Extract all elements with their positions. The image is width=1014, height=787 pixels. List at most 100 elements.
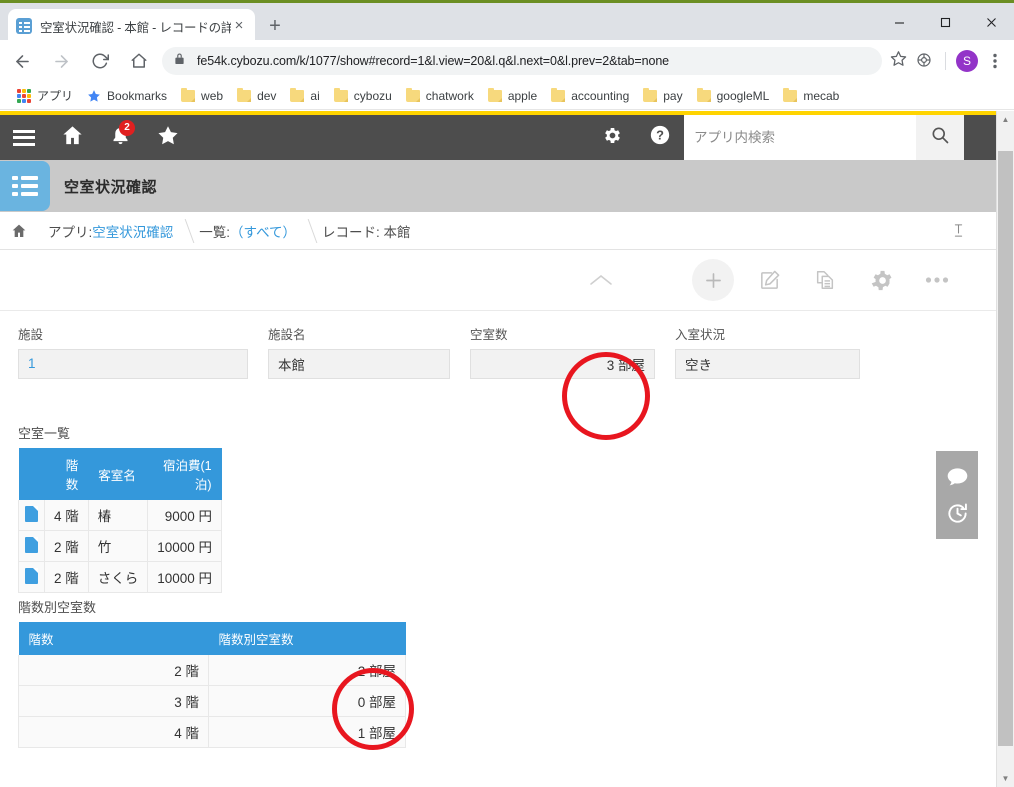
record-settings-gear-icon[interactable] xyxy=(860,259,902,301)
bookmark-item-mecab[interactable]: mecab xyxy=(776,84,846,108)
reload-icon[interactable] xyxy=(83,44,117,78)
folder-icon xyxy=(487,87,502,102)
cell-floor: 4 階 xyxy=(18,716,209,748)
breadcrumb-home-icon[interactable] xyxy=(0,212,38,250)
bookmark-item-web[interactable]: web xyxy=(174,84,230,108)
folder-icon xyxy=(237,87,252,102)
edit-record-icon[interactable] xyxy=(748,259,790,301)
apps-grid-icon xyxy=(17,88,31,103)
field-facility: 施設 1 xyxy=(18,329,248,379)
field-value[interactable]: 3 部屋 xyxy=(470,348,655,379)
cell-price: 10000 円 xyxy=(147,530,223,562)
bookmark-item-chatwork[interactable]: chatwork xyxy=(399,84,481,108)
new-tab-button[interactable]: + xyxy=(263,15,287,39)
table-row[interactable]: 4 階 椿 9000 円 xyxy=(18,500,223,531)
forward-arrow-icon[interactable] xyxy=(44,44,78,78)
scroll-down-arrow-icon[interactable]: ▼ xyxy=(997,770,1014,787)
home-icon[interactable] xyxy=(122,44,156,78)
record-link-cell[interactable] xyxy=(18,561,45,593)
back-arrow-icon[interactable] xyxy=(5,44,39,78)
breadcrumb-item-app[interactable]: アプリ: 空室状況確認 xyxy=(38,212,189,250)
breadcrumb-link[interactable]: 空室状況確認 xyxy=(92,221,173,241)
record-link-icon[interactable] xyxy=(25,536,38,553)
record-link-icon[interactable] xyxy=(25,505,38,522)
field-value[interactable]: 1 xyxy=(18,348,248,379)
global-menu-button[interactable] xyxy=(0,115,48,160)
address-bar-url: fe54k.cybozu.com/k/1077/show#record=1&l.… xyxy=(197,54,670,68)
global-notifications-button[interactable]: 2 xyxy=(96,115,144,160)
breadcrumb-prefix: アプリ: xyxy=(48,224,93,240)
more-options-icon[interactable] xyxy=(916,259,958,301)
global-help-button[interactable]: ? xyxy=(636,115,684,160)
history-icon[interactable] xyxy=(942,495,972,531)
record-link-icon[interactable] xyxy=(25,567,38,584)
browser-tab-active[interactable]: 空室状況確認 - 本館 - レコードの詳 × xyxy=(8,9,255,43)
add-record-icon[interactable] xyxy=(692,259,734,301)
bookmark-item-dev[interactable]: dev xyxy=(230,84,283,108)
global-home-button[interactable] xyxy=(48,115,96,160)
field-label: 施設名 xyxy=(268,328,306,342)
record-link-cell[interactable] xyxy=(18,530,45,562)
record-body: 施設 1 施設名 本館 空室数 3 部屋 入室状況 空き 空室一覧 階数 客室名… xyxy=(0,310,996,787)
app-bar: 空室状況確認 xyxy=(0,160,996,212)
table-row[interactable]: 2 階 さくら 10000 円 xyxy=(18,561,223,593)
scrollbar-thumb[interactable] xyxy=(998,151,1013,746)
bookmark-item-accounting[interactable]: accounting xyxy=(544,84,636,108)
bookmarks-bar: アプリ Bookmarks web dev ai cybozu chatwork xyxy=(0,82,1014,110)
tab-close-icon[interactable]: × xyxy=(231,18,247,34)
profile-avatar[interactable]: S xyxy=(956,50,978,72)
table-header-row: 階数 客室名 宿泊費(1泊) xyxy=(18,448,222,500)
bookmark-star-icon[interactable] xyxy=(890,50,907,72)
window-maximize-button[interactable] xyxy=(922,6,968,38)
breadcrumb-link[interactable]: （すべて） xyxy=(230,221,296,241)
bookmark-item-ai[interactable]: ai xyxy=(283,84,326,108)
bookmark-item-pay[interactable]: pay xyxy=(636,84,689,108)
address-bar[interactable]: fe54k.cybozu.com/k/1077/show#record=1&l.… xyxy=(162,47,882,75)
browser-navigation-toolbar: fe54k.cybozu.com/k/1077/show#record=1&l.… xyxy=(0,40,1014,82)
floors-col-floor: 階数 xyxy=(18,622,209,655)
breadcrumb: アプリ: 空室状況確認 一覧: （すべて） レコード: 本館 xyxy=(0,212,996,250)
table-row[interactable]: 2 階 竹 10000 円 xyxy=(18,530,223,562)
bookmark-item-cybozu[interactable]: cybozu xyxy=(327,84,399,108)
field-value[interactable]: 本館 xyxy=(268,348,450,379)
bookmark-item-apps[interactable]: アプリ xyxy=(10,84,80,108)
settings-gear-icon xyxy=(602,125,623,151)
breadcrumb-item-view[interactable]: 一覧: （すべて） xyxy=(189,212,312,250)
field-value[interactable]: 空き xyxy=(675,348,860,379)
bookmark-label: Bookmarks xyxy=(107,88,168,103)
collapse-chevron-icon[interactable] xyxy=(580,259,622,301)
cell-count: 1 部屋 xyxy=(208,716,406,748)
field-label: 入室状況 xyxy=(675,328,726,342)
home-icon xyxy=(61,124,84,152)
favorites-star-icon xyxy=(157,124,179,151)
floors-table-block: 階数別空室数 階数 階数別空室数 2 階 2 部屋 3 階 0 部屋 4 階 1… xyxy=(18,597,406,748)
extension-icon[interactable] xyxy=(915,51,935,71)
record-side-panel xyxy=(936,451,978,539)
app-search-input[interactable] xyxy=(684,115,916,160)
app-title: 空室状況確認 xyxy=(64,178,158,196)
header-tail xyxy=(964,115,996,160)
rooms-col-room: 客室名 xyxy=(88,448,148,500)
cell-floor: 2 階 xyxy=(44,530,89,562)
bookmark-item-bookmarks[interactable]: Bookmarks xyxy=(80,84,174,108)
star-icon xyxy=(87,89,101,103)
floors-table: 階数 階数別空室数 2 階 2 部屋 3 階 0 部屋 4 階 1 部屋 xyxy=(18,622,406,748)
duplicate-record-icon[interactable] xyxy=(804,259,846,301)
app-search-button[interactable] xyxy=(916,115,964,160)
folder-icon xyxy=(405,87,420,102)
bookmark-item-googleml[interactable]: googleML xyxy=(690,84,777,108)
scroll-up-arrow-icon[interactable]: ▲ xyxy=(997,111,1014,128)
window-close-button[interactable] xyxy=(968,6,1014,38)
comment-icon[interactable] xyxy=(942,459,972,495)
browser-menu-icon[interactable] xyxy=(984,47,1006,75)
bookmark-item-apple[interactable]: apple xyxy=(481,84,544,108)
window-minimize-button[interactable] xyxy=(876,6,922,38)
hamburger-menu-icon xyxy=(13,129,35,146)
global-settings-button[interactable] xyxy=(588,115,636,160)
pin-icon[interactable] xyxy=(951,222,966,239)
cell-room: さくら xyxy=(88,561,149,593)
record-link-cell[interactable] xyxy=(18,500,45,531)
folder-icon xyxy=(696,87,711,102)
page-scrollbar[interactable]: ▲ ▼ xyxy=(996,111,1014,787)
global-favorites-button[interactable] xyxy=(144,115,192,160)
